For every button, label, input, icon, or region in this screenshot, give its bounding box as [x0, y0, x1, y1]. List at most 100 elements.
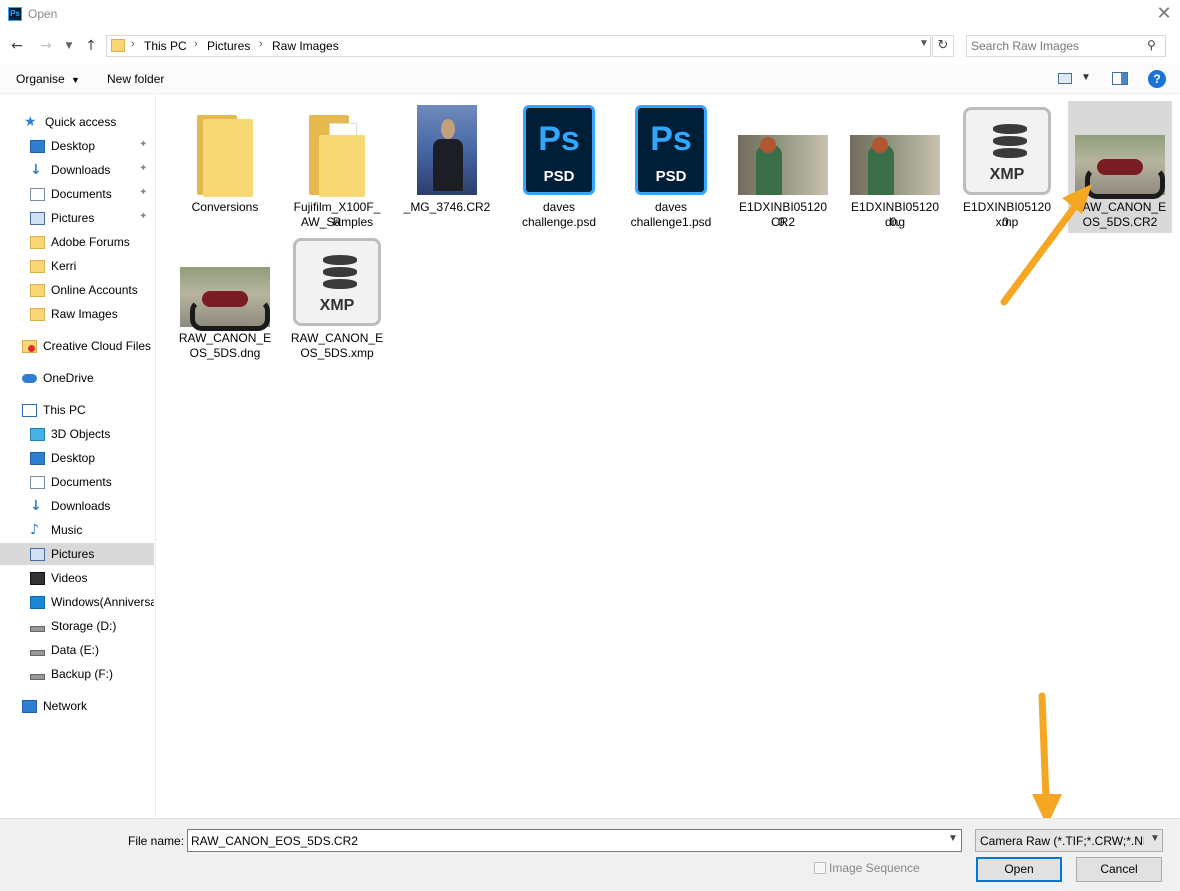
- file-name-line: daves: [654, 200, 688, 214]
- sidebar-item-music[interactable]: ♪ Music: [0, 519, 154, 541]
- preview-pane-icon[interactable]: [1112, 72, 1128, 85]
- file-name-line: challenge1.psd: [630, 215, 712, 229]
- sidebar-item-onedrive[interactable]: OneDrive: [0, 367, 154, 389]
- sidebar-item-quick-access[interactable]: ★ Quick access: [0, 111, 154, 133]
- file-tile-raw-canon-eos-5ds-cr2[interactable]: RAW_CANON_E OS_5DS.CR2: [1068, 101, 1172, 233]
- pin-icon: ✦: [139, 163, 148, 174]
- cancel-button[interactable]: Cancel: [1076, 857, 1162, 882]
- sidebar-item-documents-pinned[interactable]: Documents ✦: [0, 183, 154, 205]
- sidebar-item-documents[interactable]: Documents: [0, 471, 154, 493]
- sidebar-item-pictures-pinned[interactable]: Pictures ✦: [0, 207, 154, 229]
- desktop-icon: [30, 451, 45, 465]
- change-view-icon[interactable]: [1058, 73, 1072, 84]
- file-name-line: OS_5DS.xmp: [300, 346, 374, 360]
- breadcrumb-pictures[interactable]: Pictures: [207, 39, 250, 53]
- file-tile-e1dxinbi051200-dng[interactable]: E1DXINBI051200. dng: [848, 101, 942, 233]
- refresh-icon[interactable]: ↻: [932, 35, 954, 57]
- footer-panel: File name: RAW_CANON_EOS_5DS.CR2 ▼ Camer…: [0, 818, 1180, 891]
- address-bar[interactable]: › This PC › Pictures › Raw Images ▼: [106, 35, 931, 57]
- sidebar-item-label: 3D Objects: [51, 427, 111, 441]
- sidebar-item-label: Documents: [51, 475, 112, 489]
- file-tile-daves-challenge1-psd[interactable]: Ps PSD daves challenge1.psd: [624, 101, 718, 233]
- file-name-line: _MG_3746.CR2: [403, 200, 491, 214]
- sidebar-item-storage-d[interactable]: Storage (D:): [0, 615, 154, 637]
- back-arrow-icon[interactable]: ←: [8, 36, 26, 56]
- pictures-icon: [30, 211, 45, 225]
- title-bar: Ps Open ✕: [0, 0, 1180, 28]
- chevron-down-icon: ▼: [1150, 833, 1160, 844]
- search-icon[interactable]: ⚲: [1147, 38, 1156, 52]
- close-button[interactable]: ✕: [1150, 2, 1178, 26]
- chevron-down-icon[interactable]: ▼: [948, 833, 958, 844]
- sidebar-item-kerri[interactable]: Kerri: [0, 255, 154, 277]
- search-box[interactable]: ⚲: [966, 35, 1166, 57]
- sidebar-item-label: Storage (D:): [51, 619, 117, 633]
- sidebar-item-windows-drive[interactable]: Windows(Anniversa: [0, 591, 154, 613]
- photo-thumbnail: [738, 135, 828, 195]
- photoshop-file-icon: Ps PSD: [523, 105, 595, 195]
- recent-locations-chevron-icon[interactable]: ▼: [62, 36, 76, 56]
- psd-glyph: PSD: [655, 168, 687, 185]
- file-tile-raw-canon-eos-5ds-dng[interactable]: RAW_CANON_E OS_5DS.dng: [178, 236, 272, 368]
- sidebar-item-label: Downloads: [51, 499, 111, 513]
- sidebar-item-data-e[interactable]: Data (E:): [0, 639, 154, 661]
- sidebar-item-pictures[interactable]: Pictures: [0, 543, 154, 565]
- help-icon[interactable]: ?: [1148, 70, 1166, 88]
- portrait-photo-thumbnail: [417, 105, 477, 195]
- sidebar-item-downloads-pinned[interactable]: ↓ Downloads ✦: [0, 159, 154, 181]
- sidebar-item-label: Desktop: [51, 451, 96, 465]
- photo-thumbnail: [850, 135, 940, 195]
- checkbox-icon: [814, 862, 826, 874]
- breadcrumb-this-pc[interactable]: This PC: [144, 39, 187, 53]
- pin-icon: ✦: [139, 187, 148, 198]
- forward-arrow-icon[interactable]: →: [37, 36, 55, 56]
- sidebar-item-creative-cloud-files[interactable]: Creative Cloud Files: [0, 335, 154, 357]
- navigation-pane[interactable]: ★ Quick access Desktop ✦ ↓ Downloads ✦ D…: [0, 95, 156, 817]
- search-input[interactable]: [971, 38, 1141, 54]
- sidebar-item-label: Data (E:): [51, 643, 100, 657]
- pictures-icon: [30, 547, 45, 561]
- up-arrow-icon[interactable]: ↑: [82, 36, 100, 56]
- drive-icon: [30, 649, 45, 656]
- open-button[interactable]: Open: [976, 857, 1062, 882]
- file-tile-fujifilm-samples[interactable]: Fujifilm_X100F_R AW_Samples: [290, 101, 384, 233]
- sidebar-item-desktop[interactable]: Desktop: [0, 447, 154, 469]
- computer-icon: [22, 403, 37, 417]
- sidebar-item-label: Windows(Anniversa: [51, 595, 154, 609]
- sidebar-item-raw-images[interactable]: Raw Images: [0, 303, 154, 325]
- ps-glyph: Ps: [538, 120, 580, 158]
- file-type-select[interactable]: Camera Raw (*.TIF;*.CRW;*.NEF ▼: [975, 829, 1163, 852]
- file-tile-e1dxinbi051200-xmp[interactable]: XMP E1DXINBI051200. xmp: [960, 101, 1054, 233]
- file-name-line: RAW_CANON_E: [178, 331, 272, 345]
- organise-menu[interactable]: Organise ▼: [16, 72, 80, 86]
- folder-icon: [30, 283, 45, 297]
- command-bar: Organise ▼ New folder ▼ ?: [0, 64, 1180, 94]
- image-sequence-checkbox[interactable]: Image Sequence: [814, 861, 920, 875]
- file-tile-mg-3746-cr2[interactable]: _MG_3746.CR2: [400, 101, 494, 233]
- sidebar-item-desktop-pinned[interactable]: Desktop ✦: [0, 135, 154, 157]
- sidebar-item-network[interactable]: Network: [0, 695, 154, 717]
- view-options-chevron-icon[interactable]: ▼: [1081, 72, 1091, 83]
- file-name-field[interactable]: RAW_CANON_EOS_5DS.CR2 ▼: [187, 829, 962, 852]
- file-name-line: OS_5DS.CR2: [1082, 215, 1158, 229]
- chevron-down-icon[interactable]: ▼: [919, 38, 929, 49]
- sidebar-item-videos[interactable]: Videos: [0, 567, 154, 589]
- sidebar-item-this-pc[interactable]: This PC: [0, 399, 154, 421]
- file-type-value: Camera Raw (*.TIF;*.CRW;*.NEF: [980, 834, 1144, 848]
- file-tile-raw-canon-eos-5ds-xmp[interactable]: XMP RAW_CANON_E OS_5DS.xmp: [290, 236, 384, 368]
- file-tile-daves-challenge-psd[interactable]: Ps PSD daves challenge.psd: [512, 101, 606, 233]
- sidebar-item-label: Pictures: [51, 211, 95, 225]
- new-folder-button[interactable]: New folder: [107, 72, 164, 86]
- sidebar-item-3d-objects[interactable]: 3D Objects: [0, 423, 154, 445]
- desktop-icon: [30, 139, 45, 153]
- sidebar-item-label: Quick access: [45, 115, 117, 129]
- file-name-label: File name:: [128, 834, 185, 848]
- file-tile-conversions[interactable]: Conversions: [178, 101, 272, 233]
- sidebar-item-online-accounts[interactable]: Online Accounts: [0, 279, 154, 301]
- sidebar-item-backup-f[interactable]: Backup (F:): [0, 663, 154, 685]
- breadcrumb-raw-images[interactable]: Raw Images: [272, 39, 339, 53]
- file-tile-e1dxinbi051200-cr2[interactable]: E1DXINBI051200. CR2: [736, 101, 830, 233]
- music-icon: ♪: [30, 521, 39, 538]
- sidebar-item-adobe-forums[interactable]: Adobe Forums: [0, 231, 154, 253]
- sidebar-item-downloads[interactable]: ↓ Downloads: [0, 495, 154, 517]
